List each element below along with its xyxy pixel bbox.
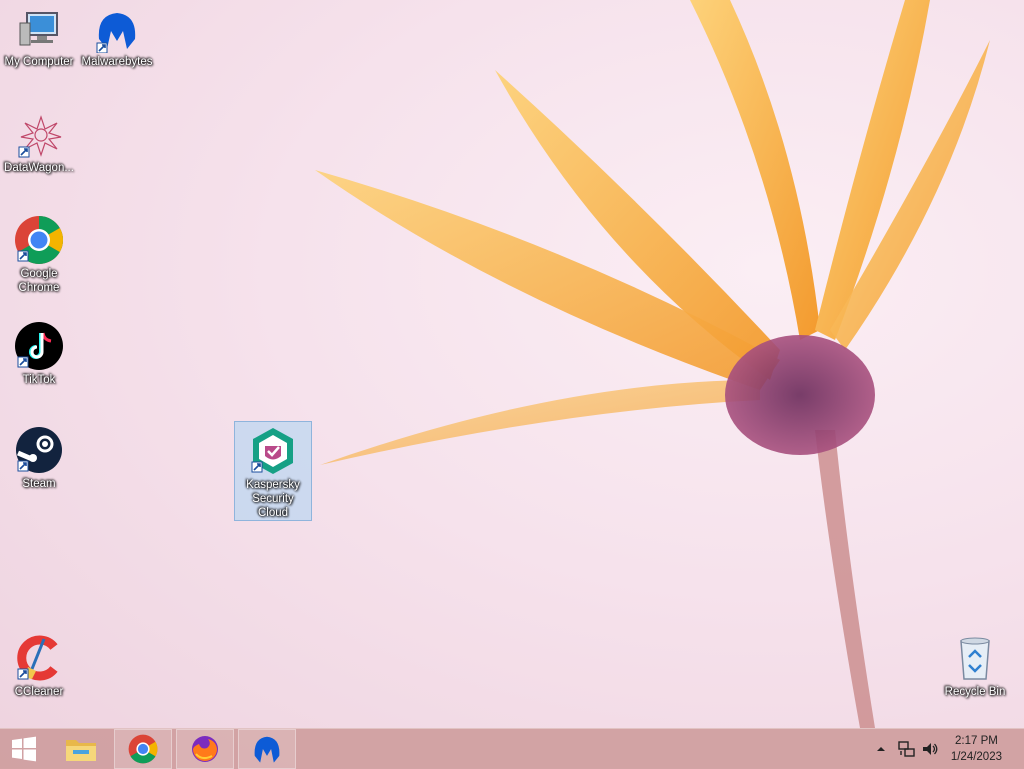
firefox-icon xyxy=(192,736,218,762)
desktop-icon-kaspersky-security-cloud[interactable]: Kaspersky Security Cloud xyxy=(234,421,312,521)
start-button[interactable] xyxy=(0,729,48,769)
ccleaner-icon xyxy=(17,635,58,681)
taskbar-file-explorer[interactable] xyxy=(52,729,110,769)
taskbar: 2:17 PM 1/24/2023 xyxy=(0,728,1024,769)
icon-label: Kaspersky Security Cloud xyxy=(246,479,300,519)
icon-label: Steam xyxy=(22,478,56,490)
desktop-icon-google-chrome[interactable]: Google Chrome xyxy=(0,210,78,296)
icon-label: Recycle Bin xyxy=(944,686,1006,698)
malwarebytes-icon xyxy=(96,13,136,53)
chrome-icon xyxy=(15,215,64,265)
desktop-icon-ccleaner[interactable]: CCleaner xyxy=(0,628,78,700)
icon-label: CCleaner xyxy=(14,686,64,698)
chrome-icon xyxy=(128,734,158,764)
icon-label: Google Chrome xyxy=(18,268,60,294)
desktop-icon-datawagon[interactable]: DataWagon... xyxy=(0,108,78,176)
clock-date: 1/24/2023 xyxy=(950,751,1002,763)
icon-label: Malwarebytes xyxy=(81,56,153,68)
malwarebytes-icon xyxy=(254,736,280,763)
network-icon[interactable] xyxy=(897,740,915,758)
desktop-icon-recycle-bin[interactable]: Recycle Bin xyxy=(936,628,1014,700)
icon-label: DataWagon... xyxy=(4,162,74,174)
clock-time: 2:17 PM xyxy=(955,735,998,747)
desktop-icon-my-computer[interactable]: My Computer xyxy=(0,4,78,70)
tiktok-icon xyxy=(15,322,63,370)
icon-label: My Computer xyxy=(4,56,74,68)
taskbar-firefox[interactable] xyxy=(176,729,234,769)
kaspersky-icon xyxy=(251,428,293,474)
desktop-icon-steam[interactable]: Steam xyxy=(0,420,78,492)
desktop-wallpaper xyxy=(315,0,990,728)
steam-icon xyxy=(16,427,62,473)
volume-icon[interactable] xyxy=(921,740,939,758)
system-clock[interactable]: 2:17 PM 1/24/2023 xyxy=(951,733,1002,765)
taskbar-chrome[interactable] xyxy=(114,729,172,769)
file-explorer-icon xyxy=(66,740,96,761)
computer-icon xyxy=(19,12,58,46)
taskbar-malwarebytes[interactable] xyxy=(238,729,296,769)
recycle-bin-icon xyxy=(960,637,990,680)
icon-label: TikTok xyxy=(22,374,56,386)
show-hidden-icons-chevron[interactable] xyxy=(876,744,886,754)
windows-start-icon xyxy=(12,736,36,762)
desktop-icon-tiktok[interactable]: TikTok xyxy=(0,316,78,388)
datawagon-icon xyxy=(18,115,62,158)
desktop-icon-malwarebytes[interactable]: Malwarebytes xyxy=(78,4,156,70)
